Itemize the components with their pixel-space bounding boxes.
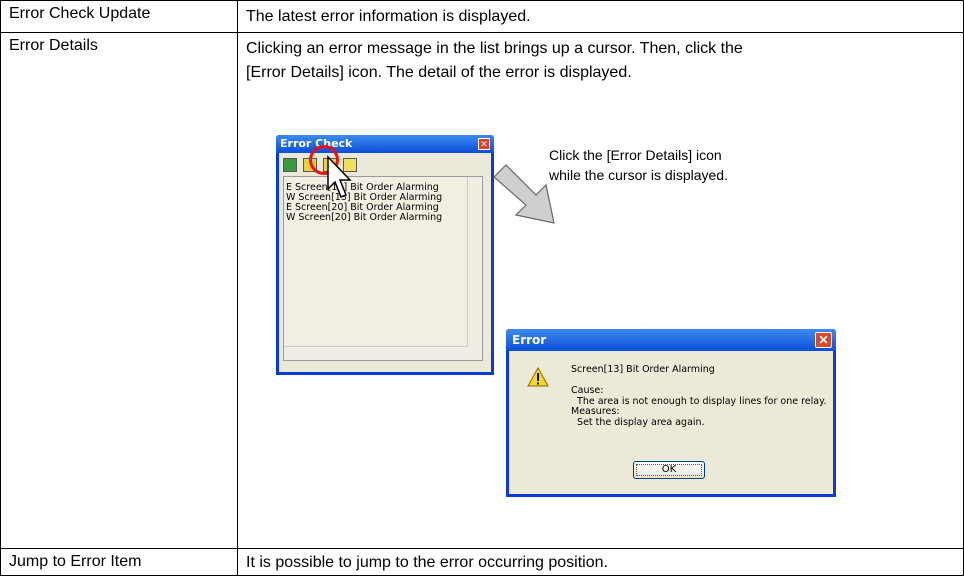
error-check-title: Error Check	[276, 135, 494, 153]
row-desc-error-check-update: The latest error information is displaye…	[246, 8, 531, 25]
list-item[interactable]: W Screen[20] Bit Order Alarming	[284, 213, 482, 223]
update-icon[interactable]	[283, 158, 297, 172]
horizontal-scrollbar[interactable]	[284, 346, 468, 360]
instruction-text: Click the [Error Details] icon while the…	[549, 147, 728, 183]
error-dialog-title: Error	[506, 329, 836, 351]
error-message: Screen[13] Bit Order Alarming Cause: The…	[571, 364, 827, 428]
row-desc-error-details-line1: Clicking an error message in the list br…	[246, 40, 743, 57]
row-desc-jump-to-error-item: It is possible to jump to the error occu…	[246, 554, 608, 571]
error-check-window: Error Check ✕ E Screen[13] Bit Order Ala…	[276, 135, 494, 375]
close-icon[interactable]: ✕	[815, 332, 832, 348]
function-table: Error Check Update The latest error info…	[0, 0, 964, 576]
warning-icon	[527, 367, 549, 387]
mouse-cursor-icon	[327, 155, 352, 198]
ok-button[interactable]: OK	[633, 461, 705, 479]
error-dialog: Error ✕ Screen[13] Bit Order Alarming Ca…	[506, 329, 836, 497]
pointing-arrow-icon	[493, 164, 555, 224]
row-label-jump-to-error-item: Jump to Error Item	[0, 548, 238, 576]
error-list[interactable]: E Screen[13] Bit Order Alarming W Screen…	[283, 176, 483, 361]
close-icon[interactable]: ✕	[478, 138, 490, 150]
row-label-error-details: Error Details	[0, 32, 238, 549]
error-details-cell: Clicking an error message in the list br…	[238, 33, 963, 548]
row-label-error-check-update: Error Check Update	[0, 0, 238, 33]
vertical-scrollbar[interactable]	[467, 177, 482, 360]
row-desc-error-details-line2: [Error Details] icon. The detail of the …	[246, 64, 632, 81]
